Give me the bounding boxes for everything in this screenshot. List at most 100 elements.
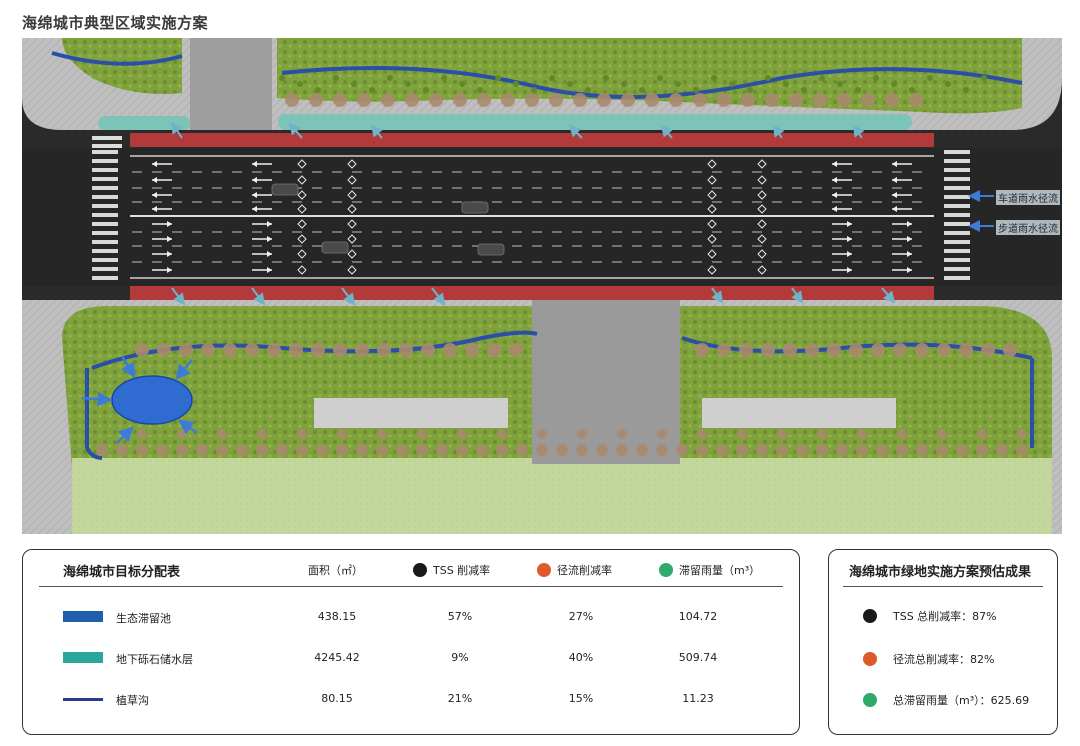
- tree: [981, 343, 995, 357]
- crosswalk-stripe: [92, 195, 118, 199]
- tree: [813, 93, 827, 107]
- tree: [137, 429, 147, 439]
- shrub: [459, 81, 465, 87]
- tree: [836, 444, 848, 456]
- crosswalk-stripe: [92, 168, 118, 172]
- tree: [776, 444, 788, 456]
- tree: [849, 343, 863, 357]
- crosswalk-stripe: [944, 213, 970, 217]
- crosswalk-stripe: [944, 204, 970, 208]
- crosswalk-stripe: [944, 276, 970, 280]
- tree: [739, 343, 753, 357]
- tree: [297, 429, 307, 439]
- tree: [136, 444, 148, 456]
- tree: [621, 93, 635, 107]
- shrub: [909, 87, 915, 93]
- tree: [777, 429, 787, 439]
- crosswalk-stripe: [92, 213, 118, 217]
- tree: [716, 444, 728, 456]
- tree: [377, 429, 387, 439]
- shrub: [369, 87, 375, 93]
- tree: [805, 343, 819, 357]
- shrub: [585, 87, 591, 93]
- tree: [871, 343, 885, 357]
- shrub: [351, 81, 357, 87]
- tree: [501, 93, 515, 107]
- tree: [116, 444, 128, 456]
- tree: [861, 93, 875, 107]
- shrub: [873, 75, 879, 81]
- tree: [576, 444, 588, 456]
- tree: [177, 429, 187, 439]
- shrub: [477, 87, 483, 93]
- site-plan-illustration: 车道雨水径流 步道雨水径流: [22, 38, 1062, 534]
- tree: [756, 444, 768, 456]
- shrub: [729, 81, 735, 87]
- tree: [573, 93, 587, 107]
- crosswalk-stripe: [944, 159, 970, 163]
- shrub: [603, 75, 609, 81]
- shrub: [441, 75, 447, 81]
- tree: [636, 444, 648, 456]
- shrub: [423, 87, 429, 93]
- area-column-header: 面积（㎡）: [308, 564, 363, 577]
- tree: [976, 444, 988, 456]
- shrub: [783, 81, 789, 87]
- tree: [336, 444, 348, 456]
- tree: [977, 429, 987, 439]
- tree: [645, 93, 659, 107]
- tree: [856, 444, 868, 456]
- table-cell-tss: 9%: [451, 651, 469, 664]
- crosswalk-stripe: [92, 186, 118, 190]
- shrub: [549, 75, 555, 81]
- crosswalk-stripe: [92, 204, 118, 208]
- table-cell-tss: 21%: [447, 692, 473, 705]
- tss-legend-dot: [413, 563, 427, 577]
- crosswalk-stripe: [92, 150, 118, 154]
- crosswalk-stripe: [944, 267, 970, 271]
- tree: [676, 444, 688, 456]
- tree: [717, 343, 731, 357]
- crosswalk-stripe: [944, 168, 970, 172]
- shrub: [945, 81, 951, 87]
- tree: [556, 444, 568, 456]
- tree: [337, 429, 347, 439]
- tree: [669, 93, 683, 107]
- tree: [356, 444, 368, 456]
- tree: [377, 343, 391, 357]
- road-runoff-label: 车道雨水径流: [996, 190, 1060, 205]
- shrub: [891, 81, 897, 87]
- tree: [915, 343, 929, 357]
- tree: [959, 343, 973, 357]
- result-item-runoff: 径流总削减率：82%: [863, 651, 994, 667]
- shrub: [315, 87, 321, 93]
- crosswalk-stripe: [944, 240, 970, 244]
- tree: [487, 343, 501, 357]
- table-cell-tss: 57%: [447, 610, 473, 623]
- tree: [453, 93, 467, 107]
- shrub: [675, 81, 681, 87]
- shrub: [639, 87, 645, 93]
- shrub: [747, 87, 753, 93]
- sidewalk-runoff-label: 步道雨水径流: [996, 220, 1060, 235]
- crosswalk-stripe: [92, 231, 118, 235]
- retention-column-header: 滞留雨量（m³）: [659, 562, 760, 578]
- tree: [179, 343, 193, 357]
- table-cell-runoff: 27%: [568, 610, 594, 623]
- tree: [381, 93, 395, 107]
- tree: [176, 444, 188, 456]
- tree: [837, 93, 851, 107]
- tree: [996, 444, 1008, 456]
- car: [271, 183, 299, 196]
- shrub: [819, 75, 825, 81]
- tree: [457, 429, 467, 439]
- tree: [956, 444, 968, 456]
- tree: [355, 343, 369, 357]
- tree: [937, 343, 951, 357]
- runoff-dot: [863, 652, 877, 666]
- tree: [476, 444, 488, 456]
- tree: [456, 444, 468, 456]
- tree: [789, 93, 803, 107]
- tree: [897, 429, 907, 439]
- shrub: [333, 75, 339, 81]
